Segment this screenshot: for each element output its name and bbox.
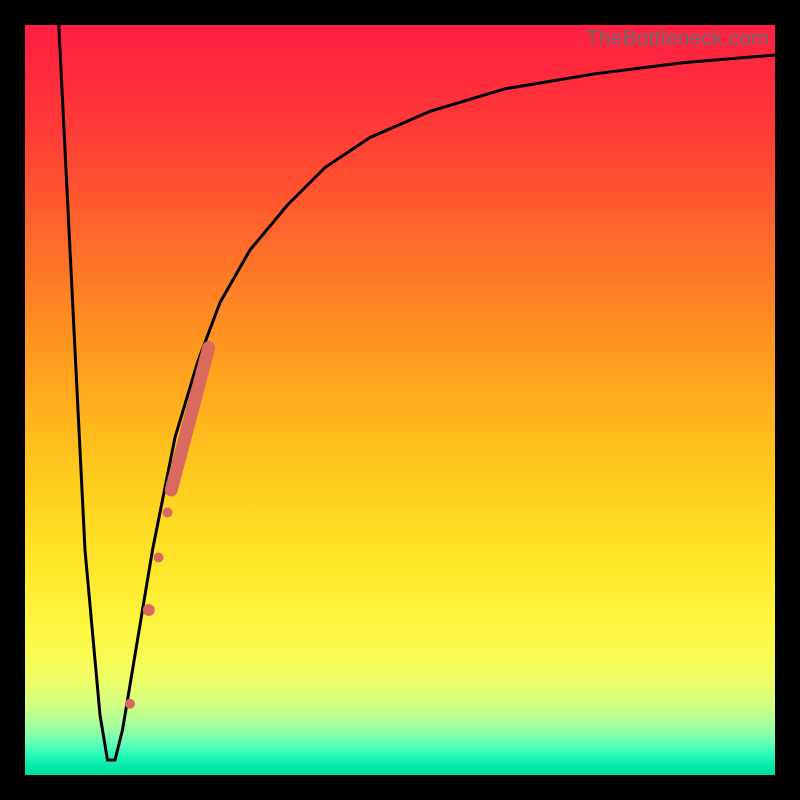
- plot-area: TheBottleneck.com: [25, 25, 775, 775]
- bottleneck-curve: [59, 25, 775, 760]
- highlight-stroke: [171, 348, 209, 491]
- chart-frame: TheBottleneck.com: [0, 0, 800, 800]
- dot-4: [163, 508, 173, 518]
- dot-2: [143, 604, 155, 616]
- dot-3: [154, 553, 164, 563]
- chart-svg: [25, 25, 775, 775]
- dot-1: [125, 699, 135, 709]
